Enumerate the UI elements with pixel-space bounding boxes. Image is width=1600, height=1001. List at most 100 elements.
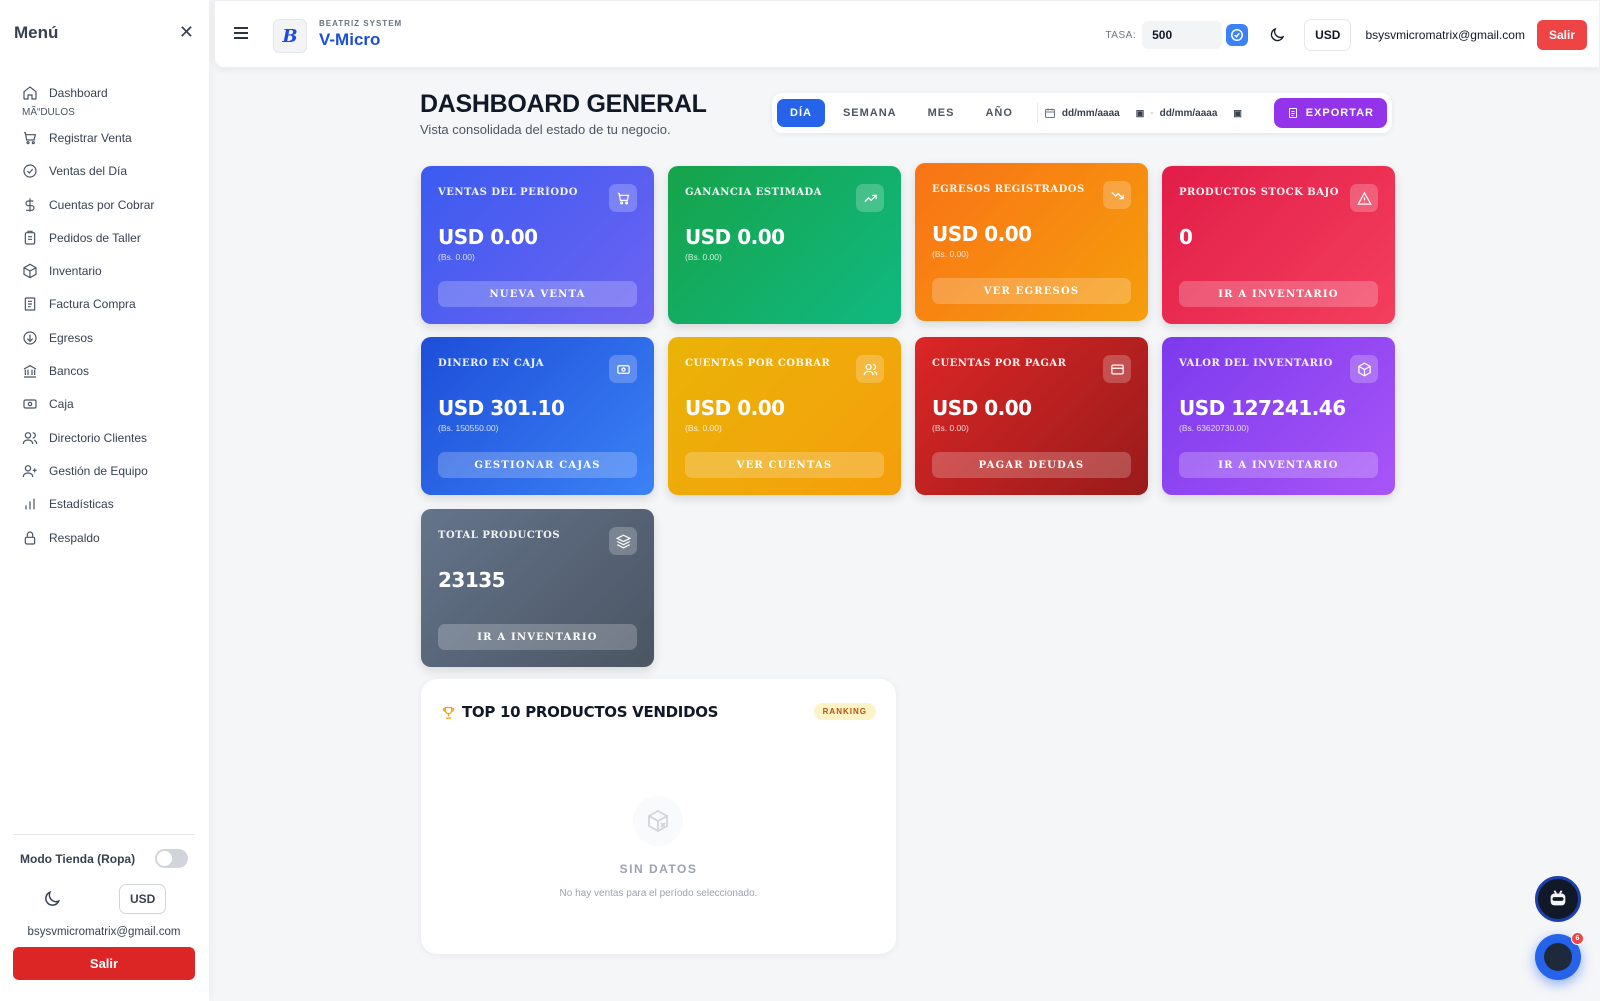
user-plus-icon (22, 464, 37, 477)
date-picker-icon[interactable]: ▣ (1136, 108, 1145, 119)
ver-cuentas-button[interactable]: VER CUENTAS (685, 452, 884, 478)
sidebar-item-respaldo[interactable]: Respaldo (22, 521, 202, 554)
brand-subtitle: BEATRIZ SYSTEM (319, 19, 403, 28)
top-10-header: TOP 10 PRODUCTOS VENDIDOS (441, 703, 718, 721)
sidebar-controls: USD (13, 884, 195, 914)
hamburger-menu-icon[interactable] (233, 25, 249, 41)
sidebar-item-cuentas-por-cobrar[interactable]: Cuentas por Cobrar (22, 188, 202, 221)
sidebar-item-label: Dashboard (49, 85, 108, 100)
moon-icon[interactable] (42, 889, 62, 909)
card-cuentas-por-pagar: CUENTAS POR PAGAR USD 0.00 (Bs. 0.00) PA… (915, 337, 1148, 495)
card-value: USD 301.10 (438, 396, 565, 420)
sidebar-item-estadisticas[interactable]: Estadísticas (22, 488, 202, 521)
moon-icon[interactable] (1268, 26, 1286, 44)
card-ganancia-estimada: GANANCIA ESTIMADA USD 0.00 (Bs. 0.00) (668, 166, 901, 324)
logo: B (273, 19, 307, 53)
tasa-input[interactable] (1142, 21, 1223, 49)
sidebar-item-pedidos-de-taller[interactable]: Pedidos de Taller (22, 221, 202, 254)
empty-box-icon (633, 796, 683, 846)
date-to-placeholder: dd/mm/aaaa (1159, 107, 1218, 119)
card-productos-stock-bajo: PRODUCTOS STOCK BAJO 0 IR A INVENTARIO (1162, 166, 1395, 324)
divider (1036, 103, 1038, 123)
ir-a-inventario-button[interactable]: IR A INVENTARIO (1179, 452, 1378, 478)
sidebar-item-egresos[interactable]: Egresos (22, 321, 202, 354)
card-value: 0 (1179, 225, 1193, 249)
ver-egresos-button[interactable]: VER EGRESOS (932, 278, 1131, 304)
top-10-title: TOP 10 PRODUCTOS VENDIDOS (462, 703, 719, 721)
sidebar-item-registrar-venta[interactable]: Registrar Venta (22, 121, 202, 154)
card-title: PRODUCTOS STOCK BAJO (1179, 187, 1339, 198)
card-title: DINERO EN CAJA (438, 358, 545, 369)
sidebar-item-dashboard[interactable]: Dashboard (22, 76, 202, 109)
card-title: TOTAL PRODUCTOS (438, 530, 561, 541)
tab-ano[interactable]: AÑO (972, 99, 1025, 127)
export-button[interactable]: EXPORTAR (1273, 98, 1387, 128)
card-value: USD 0.00 (438, 225, 538, 249)
card-value: 23135 (438, 568, 506, 592)
sidebar-item-label: Cuentas por Cobrar (49, 197, 155, 212)
sidebar-item-label: Registrar Venta (49, 130, 132, 145)
modo-tienda-label: Modo Tienda (Ropa) (20, 851, 136, 866)
currency-button[interactable]: USD (118, 884, 167, 914)
date-picker-icon[interactable]: ▣ (1233, 108, 1242, 119)
card-bs-value: (Bs. 0.00) (438, 252, 475, 262)
tab-dia[interactable]: DÍA (777, 99, 825, 127)
tab-semana[interactable]: SEMANA (830, 99, 910, 127)
sidebar-item-label: Inventario (49, 264, 102, 279)
robot-face-icon (1550, 890, 1566, 906)
card-value: USD 127241.46 (1179, 396, 1346, 420)
sidebar-item-caja[interactable]: Caja (22, 388, 202, 421)
clipboard-icon (24, 230, 36, 245)
card-cuentas-por-cobrar: CUENTAS POR COBRAR USD 0.00 (Bs. 0.00) V… (668, 337, 901, 495)
nueva-venta-button[interactable]: NUEVA VENTA (438, 281, 637, 307)
export-label: EXPORTAR (1305, 107, 1374, 119)
tasa-confirm-button[interactable] (1226, 24, 1249, 46)
sidebar-item-inventario[interactable]: Inventario (22, 254, 202, 287)
card-value: USD 0.00 (685, 396, 785, 420)
card-title: GANANCIA ESTIMADA (685, 187, 822, 198)
ir-a-inventario-button[interactable]: IR A INVENTARIO (1179, 281, 1378, 307)
card-bs-value: (Bs. 0.00) (932, 249, 969, 259)
logo-letter: B (282, 25, 298, 47)
topbar: B BEATRIZ SYSTEM V-Micro TASA: USD bsysv… (214, 0, 1600, 68)
sidebar-item-bancos[interactable]: Bancos (22, 354, 202, 387)
sidebar-item-label: Bancos (49, 364, 90, 379)
pagar-deudas-button[interactable]: PAGAR DEUDAS (932, 452, 1131, 478)
sidebar: Menú ✕ Dashboard MÃ“DULOS Registrar Vent… (0, 0, 209, 1001)
card-bs-value: (Bs. 0.00) (685, 423, 722, 433)
notification-badge: 6 (1571, 932, 1584, 945)
date-separator: - (1150, 107, 1154, 119)
date-from-input[interactable]: dd/mm/aaaa ▣ (1044, 107, 1144, 119)
sidebar-item-gestion-de-equipo[interactable]: Gestión de Equipo (22, 454, 202, 487)
card-value: USD 0.00 (932, 222, 1032, 246)
page-title: DASHBOARD GENERAL (420, 90, 707, 118)
currency-button[interactable]: USD (1304, 19, 1352, 51)
chat-button[interactable]: 6 (1535, 932, 1584, 980)
check-circle-icon (23, 164, 37, 178)
ir-a-inventario-button[interactable]: IR A INVENTARIO (438, 624, 637, 650)
user-email: bsysvmicromatrix@gmail.com (27, 926, 181, 938)
trending-down-icon (1103, 181, 1131, 209)
sidebar-footer: Modo Tienda (Ropa) USD bsysvmicromatrix@… (13, 834, 195, 980)
trophy-icon (442, 706, 455, 719)
card-total-productos: TOTAL PRODUCTOS 23135 IR A INVENTARIO (421, 509, 654, 667)
user-email: bsysvmicromatrix@gmail.com (1365, 28, 1525, 42)
sidebar-nav: Dashboard MÃ“DULOS Registrar Venta Venta… (22, 76, 202, 554)
logout-button[interactable]: Salir (1536, 20, 1587, 50)
assistant-avatar-button[interactable] (1535, 876, 1581, 922)
tab-mes[interactable]: MES (915, 99, 968, 127)
sidebar-item-directorio-clientes[interactable]: Directorio Clientes (22, 421, 202, 454)
sidebar-item-factura-compra[interactable]: Factura Compra (22, 288, 202, 321)
page-subtitle: Vista consolidada del estado de tu negoc… (420, 122, 671, 137)
cart-icon (609, 184, 637, 212)
sidebar-item-label: Ventas del Día (49, 164, 128, 179)
logout-button[interactable]: Salir (13, 947, 195, 980)
card-egresos-registrados: EGRESOS REGISTRADOS USD 0.00 (Bs. 0.00) … (915, 163, 1148, 321)
modo-tienda-toggle[interactable] (155, 849, 188, 868)
gestionar-cajas-button[interactable]: GESTIONAR CAJAS (438, 452, 637, 478)
top-10-panel: TOP 10 PRODUCTOS VENDIDOS RANKING SIN DA… (421, 679, 896, 954)
close-icon[interactable]: ✕ (179, 22, 194, 43)
modo-tienda-row: Modo Tienda (Ropa) (13, 849, 195, 868)
sidebar-item-ventas-del-dia[interactable]: Ventas del Día (22, 155, 202, 188)
date-to-input[interactable]: dd/mm/aaaa ▣ (1160, 108, 1242, 119)
